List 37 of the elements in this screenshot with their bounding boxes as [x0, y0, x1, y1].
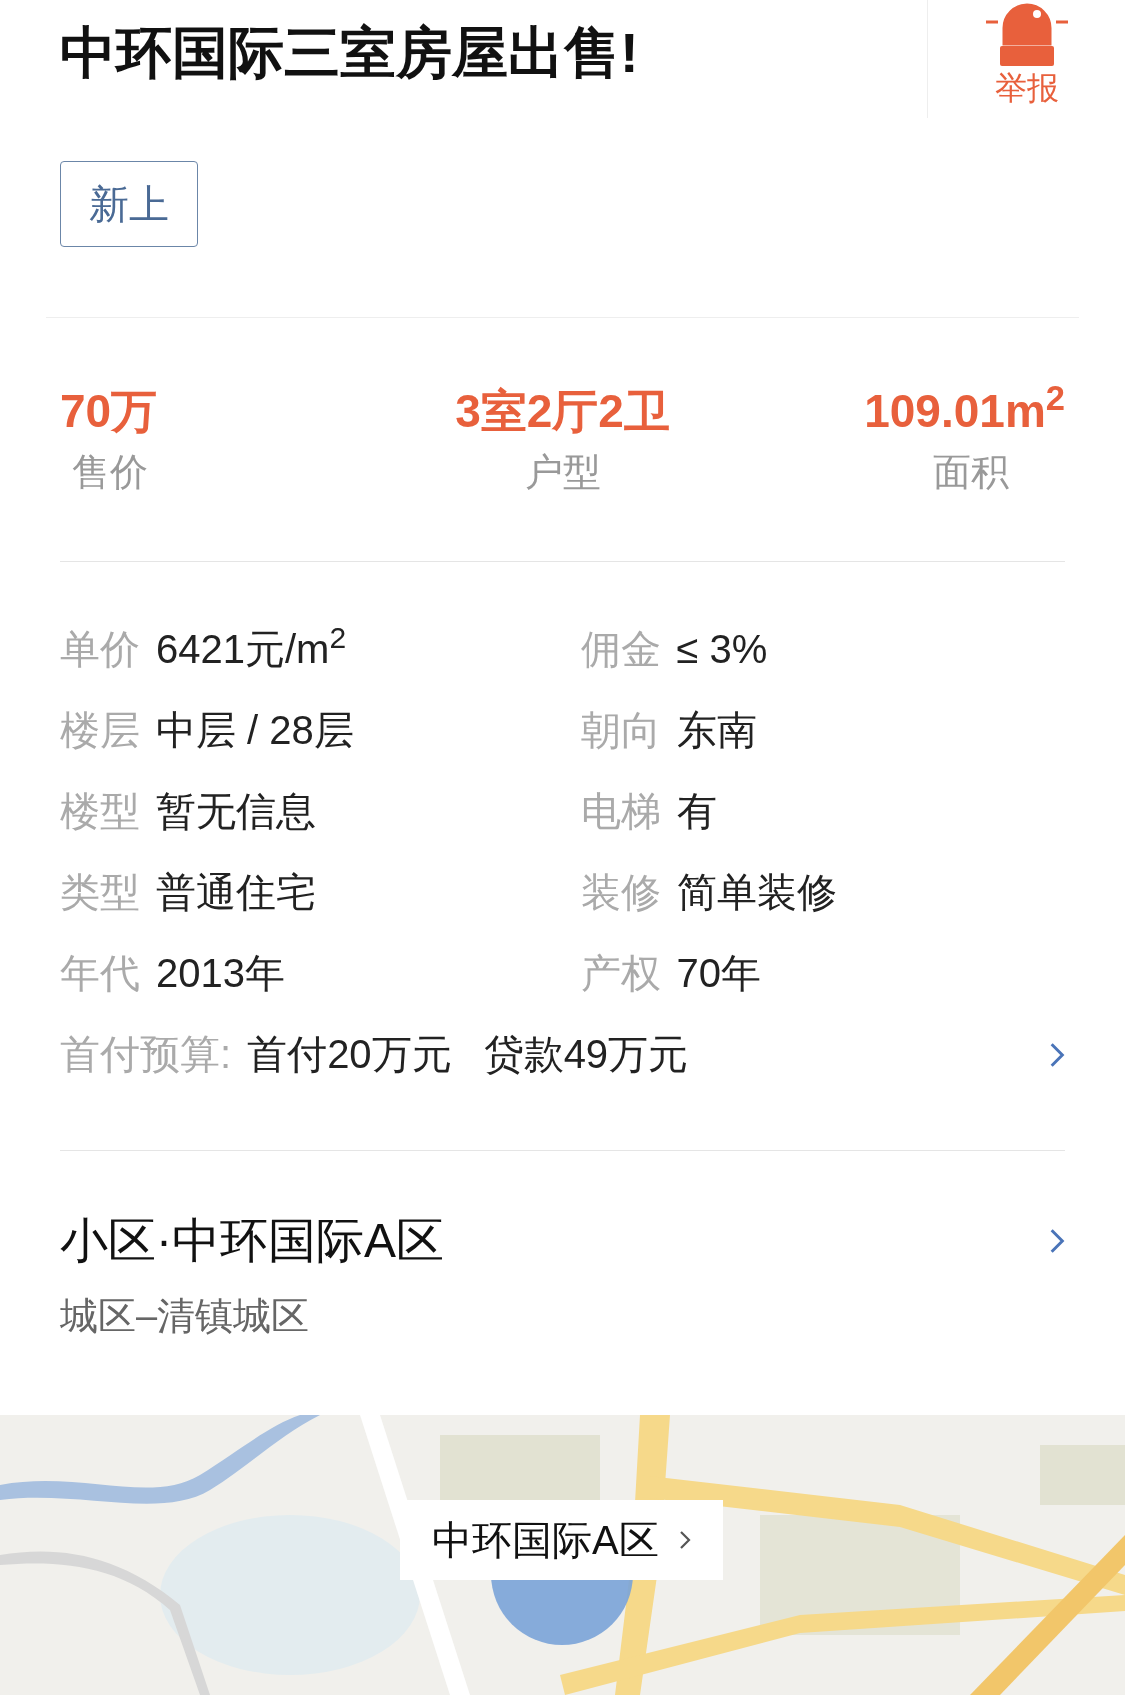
detail-value: 暂无信息: [156, 788, 316, 835]
stat-value: 70万: [60, 384, 158, 439]
detail-value: 东南: [676, 707, 757, 754]
stat-value: 3室2厅2卫: [455, 384, 670, 439]
map-callout[interactable]: 中环国际A区: [400, 1500, 723, 1580]
detail-label: 年代: [60, 950, 140, 997]
down-payment: 首付20万元: [247, 1031, 452, 1078]
chevron-right-icon: [1049, 1040, 1065, 1069]
detail-value: 有: [676, 788, 717, 835]
stat-label: 面积: [933, 449, 1010, 495]
detail-label: 类型: [60, 869, 140, 916]
detail-label: 产权: [580, 950, 661, 997]
detail-label: 电梯: [580, 788, 661, 835]
detail-label: 装修: [580, 869, 661, 916]
detail-value: 2013年: [156, 950, 285, 997]
tag: 新上: [60, 161, 198, 247]
stat-label: 售价: [71, 449, 148, 495]
detail-label: 楼型: [60, 788, 140, 835]
loan-amount: 贷款49万元: [483, 1031, 689, 1078]
detail-label: 佣金: [580, 626, 661, 673]
chevron-right-icon: [678, 1529, 691, 1551]
detail-label: 楼层: [60, 707, 140, 754]
detail-value: 中层 / 28层: [156, 707, 354, 754]
detail-value: 70年: [676, 950, 761, 997]
detail-value: 普通住宅: [156, 869, 316, 916]
detail-value: 简单装修: [676, 869, 837, 916]
listing-title: 中环国际三室房屋出售!: [60, 20, 639, 86]
community-district: 城区–清镇城区: [59, 1294, 311, 1339]
detail-value: ≤ 3%: [676, 626, 768, 673]
detail-label: 朝向: [580, 707, 661, 754]
detail-value: 6421元/m$^{2}$: [156, 624, 347, 673]
stat-label: 户型: [524, 449, 601, 495]
community-title[interactable]: 小区·中环国际A区: [60, 1211, 444, 1271]
stat-value: 109.01m$^{2}$: [864, 383, 1065, 439]
chevron-right-icon: [1049, 1227, 1065, 1255]
budget-label: 首付预算:: [60, 1031, 232, 1078]
detail-label: 单价: [60, 626, 140, 673]
